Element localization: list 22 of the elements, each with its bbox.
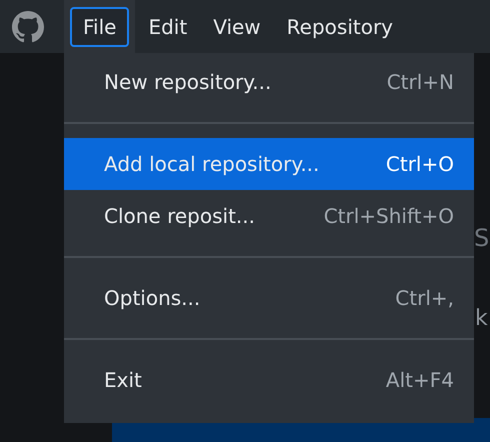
- background-text: k: [475, 308, 488, 330]
- github-logo-icon: [12, 10, 44, 42]
- menu-item-label: Add local repository...: [104, 152, 320, 176]
- shortcut-text: Ctrl+,: [395, 286, 454, 310]
- menu-button[interactable]: Edit: [135, 6, 200, 46]
- menu-button[interactable]: File: [70, 6, 130, 46]
- menu-item-label: New repository...: [104, 70, 272, 94]
- menu-button[interactable]: View: [200, 6, 274, 46]
- background-heading: S: [474, 226, 490, 250]
- menu-item[interactable]: New repository... Ctrl+N: [64, 56, 474, 108]
- shortcut-text: Ctrl+N: [386, 70, 454, 94]
- menu-button[interactable]: Repository: [274, 6, 406, 46]
- menu-item-label: Options...: [104, 286, 200, 310]
- menu-item[interactable]: Options... Ctrl+,: [64, 272, 474, 324]
- menu-item[interactable]: Clone reposit... Ctrl+Shift+O: [64, 190, 474, 242]
- menu-item-label: Exit: [104, 368, 142, 392]
- shortcut-text: Alt+F4: [386, 368, 454, 392]
- menu-item[interactable]: Add local repository... Ctrl+O: [64, 138, 474, 190]
- menu-item-label: Clone reposit...: [104, 204, 256, 228]
- shortcut-text: Ctrl+O: [386, 152, 454, 176]
- menu-item[interactable]: Exit Alt+F4: [64, 354, 474, 406]
- shortcut-text: Ctrl+Shift+O: [324, 204, 454, 228]
